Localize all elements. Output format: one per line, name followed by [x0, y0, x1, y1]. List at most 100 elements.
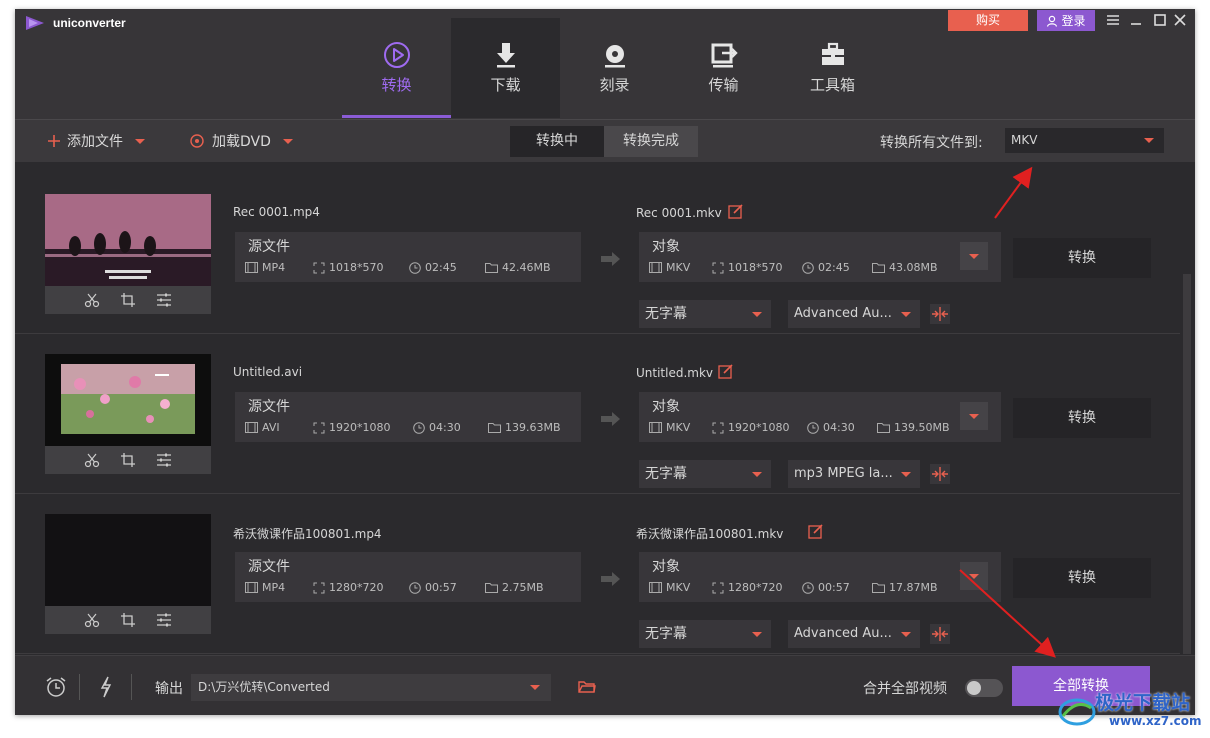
scrollbar-thumb[interactable]	[1183, 274, 1191, 654]
source-label: 源文件	[248, 559, 290, 575]
format-meta: MP4	[245, 581, 285, 594]
duration-meta: 04:30	[413, 421, 461, 434]
size-meta: 17.87MB	[872, 581, 938, 594]
source-size: 139.63MB	[505, 421, 561, 434]
film-icon	[649, 422, 662, 433]
tab-label: 下载	[490, 76, 521, 94]
video-thumbnail[interactable]	[45, 514, 211, 634]
adjust-icon[interactable]	[156, 452, 172, 468]
output-format-value: MKV	[1011, 133, 1038, 147]
load-dvd-button[interactable]: 加载DVD	[190, 131, 293, 151]
merge-icon[interactable]	[930, 464, 950, 484]
merge-all-toggle[interactable]	[965, 679, 1003, 697]
merge-icon[interactable]	[930, 304, 950, 324]
download-icon	[496, 43, 515, 68]
scissors-icon[interactable]	[84, 612, 100, 628]
subtitle-select[interactable]: 无字幕	[639, 460, 771, 488]
target-file-name: 希沃微课作品100801.mkv	[636, 527, 784, 541]
resolution-meta: 1920*1080	[712, 421, 790, 434]
target-duration: 02:45	[818, 261, 850, 274]
adjust-icon[interactable]	[156, 292, 172, 308]
top-bar: uniconverter 购买 登录 转换 下载 刻录 传输 工具箱	[15, 9, 1195, 119]
audio-select[interactable]: mp3 MPEG la...	[788, 460, 920, 488]
subtitle-value: 无字幕	[645, 466, 687, 482]
close-icon[interactable]	[1171, 11, 1189, 29]
scrollbar[interactable]	[1182, 174, 1192, 655]
tab-download[interactable]: 下载	[451, 18, 560, 118]
thumbnail-image	[45, 194, 211, 286]
folder-icon	[485, 263, 498, 273]
output-format-select[interactable]: MKV	[1005, 128, 1164, 153]
size-meta: 2.75MB	[485, 581, 544, 594]
tab-toolbox[interactable]: 工具箱	[778, 18, 887, 118]
edit-icon[interactable]	[808, 523, 824, 539]
buy-button[interactable]: 购买	[948, 10, 1028, 31]
subtitle-select[interactable]: 无字幕	[639, 620, 771, 648]
edit-icon[interactable]	[728, 203, 744, 219]
clock-icon	[802, 581, 814, 594]
target-label: 对象	[652, 399, 680, 415]
tab-transfer[interactable]: 传输	[669, 18, 778, 118]
scissors-icon[interactable]	[84, 292, 100, 308]
target-duration: 04:30	[823, 421, 855, 434]
target-size: 43.08MB	[889, 261, 938, 274]
duration-meta: 02:45	[802, 261, 850, 274]
crop-icon[interactable]	[120, 452, 136, 468]
output-path-select[interactable]: D:\万兴优转\Converted	[191, 674, 551, 701]
tab-label: 传输	[708, 76, 739, 94]
add-file-button[interactable]: 添加文件	[47, 131, 145, 151]
tab-converted[interactable]: 转换完成	[604, 126, 698, 157]
convert-button[interactable]: 转换	[1013, 398, 1151, 438]
lightning-icon[interactable]	[99, 676, 113, 698]
load-dvd-label: 加载DVD	[212, 134, 271, 150]
target-format-dropdown[interactable]	[960, 242, 988, 270]
merge-icon[interactable]	[930, 624, 950, 644]
file-list: Rec 0001.mp4 源文件 MP4 1018*570 02:45 42.4…	[15, 174, 1180, 655]
film-icon	[649, 582, 662, 593]
target-duration: 00:57	[818, 581, 850, 594]
resolution-meta: 1018*570	[313, 261, 384, 274]
target-file-name: Untitled.mkv	[636, 366, 714, 380]
target-resolution: 1280*720	[728, 581, 783, 594]
audio-select[interactable]: Advanced Au...	[788, 300, 920, 328]
target-resolution: 1018*570	[728, 261, 783, 274]
tab-converting[interactable]: 转换中	[510, 126, 604, 157]
crop-icon[interactable]	[120, 612, 136, 628]
source-size: 42.46MB	[502, 261, 551, 274]
tab-convert[interactable]: 转换	[342, 18, 451, 118]
target-format-dropdown[interactable]	[960, 562, 988, 590]
alarm-clock-icon[interactable]	[45, 676, 67, 698]
minimize-icon[interactable]	[1127, 11, 1145, 29]
resolution-icon	[712, 422, 724, 433]
audio-select[interactable]: Advanced Au...	[788, 620, 920, 648]
login-label: 登录	[1061, 14, 1086, 28]
watermark-url: www.xz7.com	[1109, 714, 1202, 728]
login-button[interactable]: 登录	[1037, 10, 1095, 31]
tab-label: 转换	[381, 76, 412, 94]
scissors-icon[interactable]	[84, 452, 100, 468]
menu-icon[interactable]	[1104, 11, 1122, 29]
edit-icon[interactable]	[718, 363, 734, 379]
toolbar: 添加文件 加载DVD 转换中 转换完成 转换所有文件到: MKV	[15, 119, 1195, 162]
source-info: 源文件 MP4 1018*570 02:45 42.46MB	[235, 232, 581, 282]
video-thumbnail[interactable]	[45, 194, 211, 314]
crop-icon[interactable]	[120, 292, 136, 308]
convert-button[interactable]: 转换	[1013, 558, 1151, 598]
arrow-right-icon	[601, 412, 620, 426]
resolution-meta: 1280*720	[712, 581, 783, 594]
convert-button[interactable]: 转换	[1013, 238, 1151, 278]
subtitle-select[interactable]: 无字幕	[639, 300, 771, 328]
tab-burn[interactable]: 刻录	[560, 18, 669, 118]
audio-value: Advanced Au...	[794, 306, 892, 321]
open-folder-icon[interactable]	[578, 680, 596, 694]
thumbnail-image	[45, 514, 211, 606]
video-thumbnail[interactable]	[45, 354, 211, 474]
file-row: Rec 0001.mp4 源文件 MP4 1018*570 02:45 42.4…	[15, 174, 1180, 334]
target-format-dropdown[interactable]	[960, 402, 988, 430]
maximize-icon[interactable]	[1151, 11, 1169, 29]
resolution-icon	[313, 422, 325, 433]
watermark-logo-icon	[1058, 698, 1096, 726]
resolution-icon	[313, 582, 325, 593]
clock-icon	[409, 261, 421, 274]
adjust-icon[interactable]	[156, 612, 172, 628]
